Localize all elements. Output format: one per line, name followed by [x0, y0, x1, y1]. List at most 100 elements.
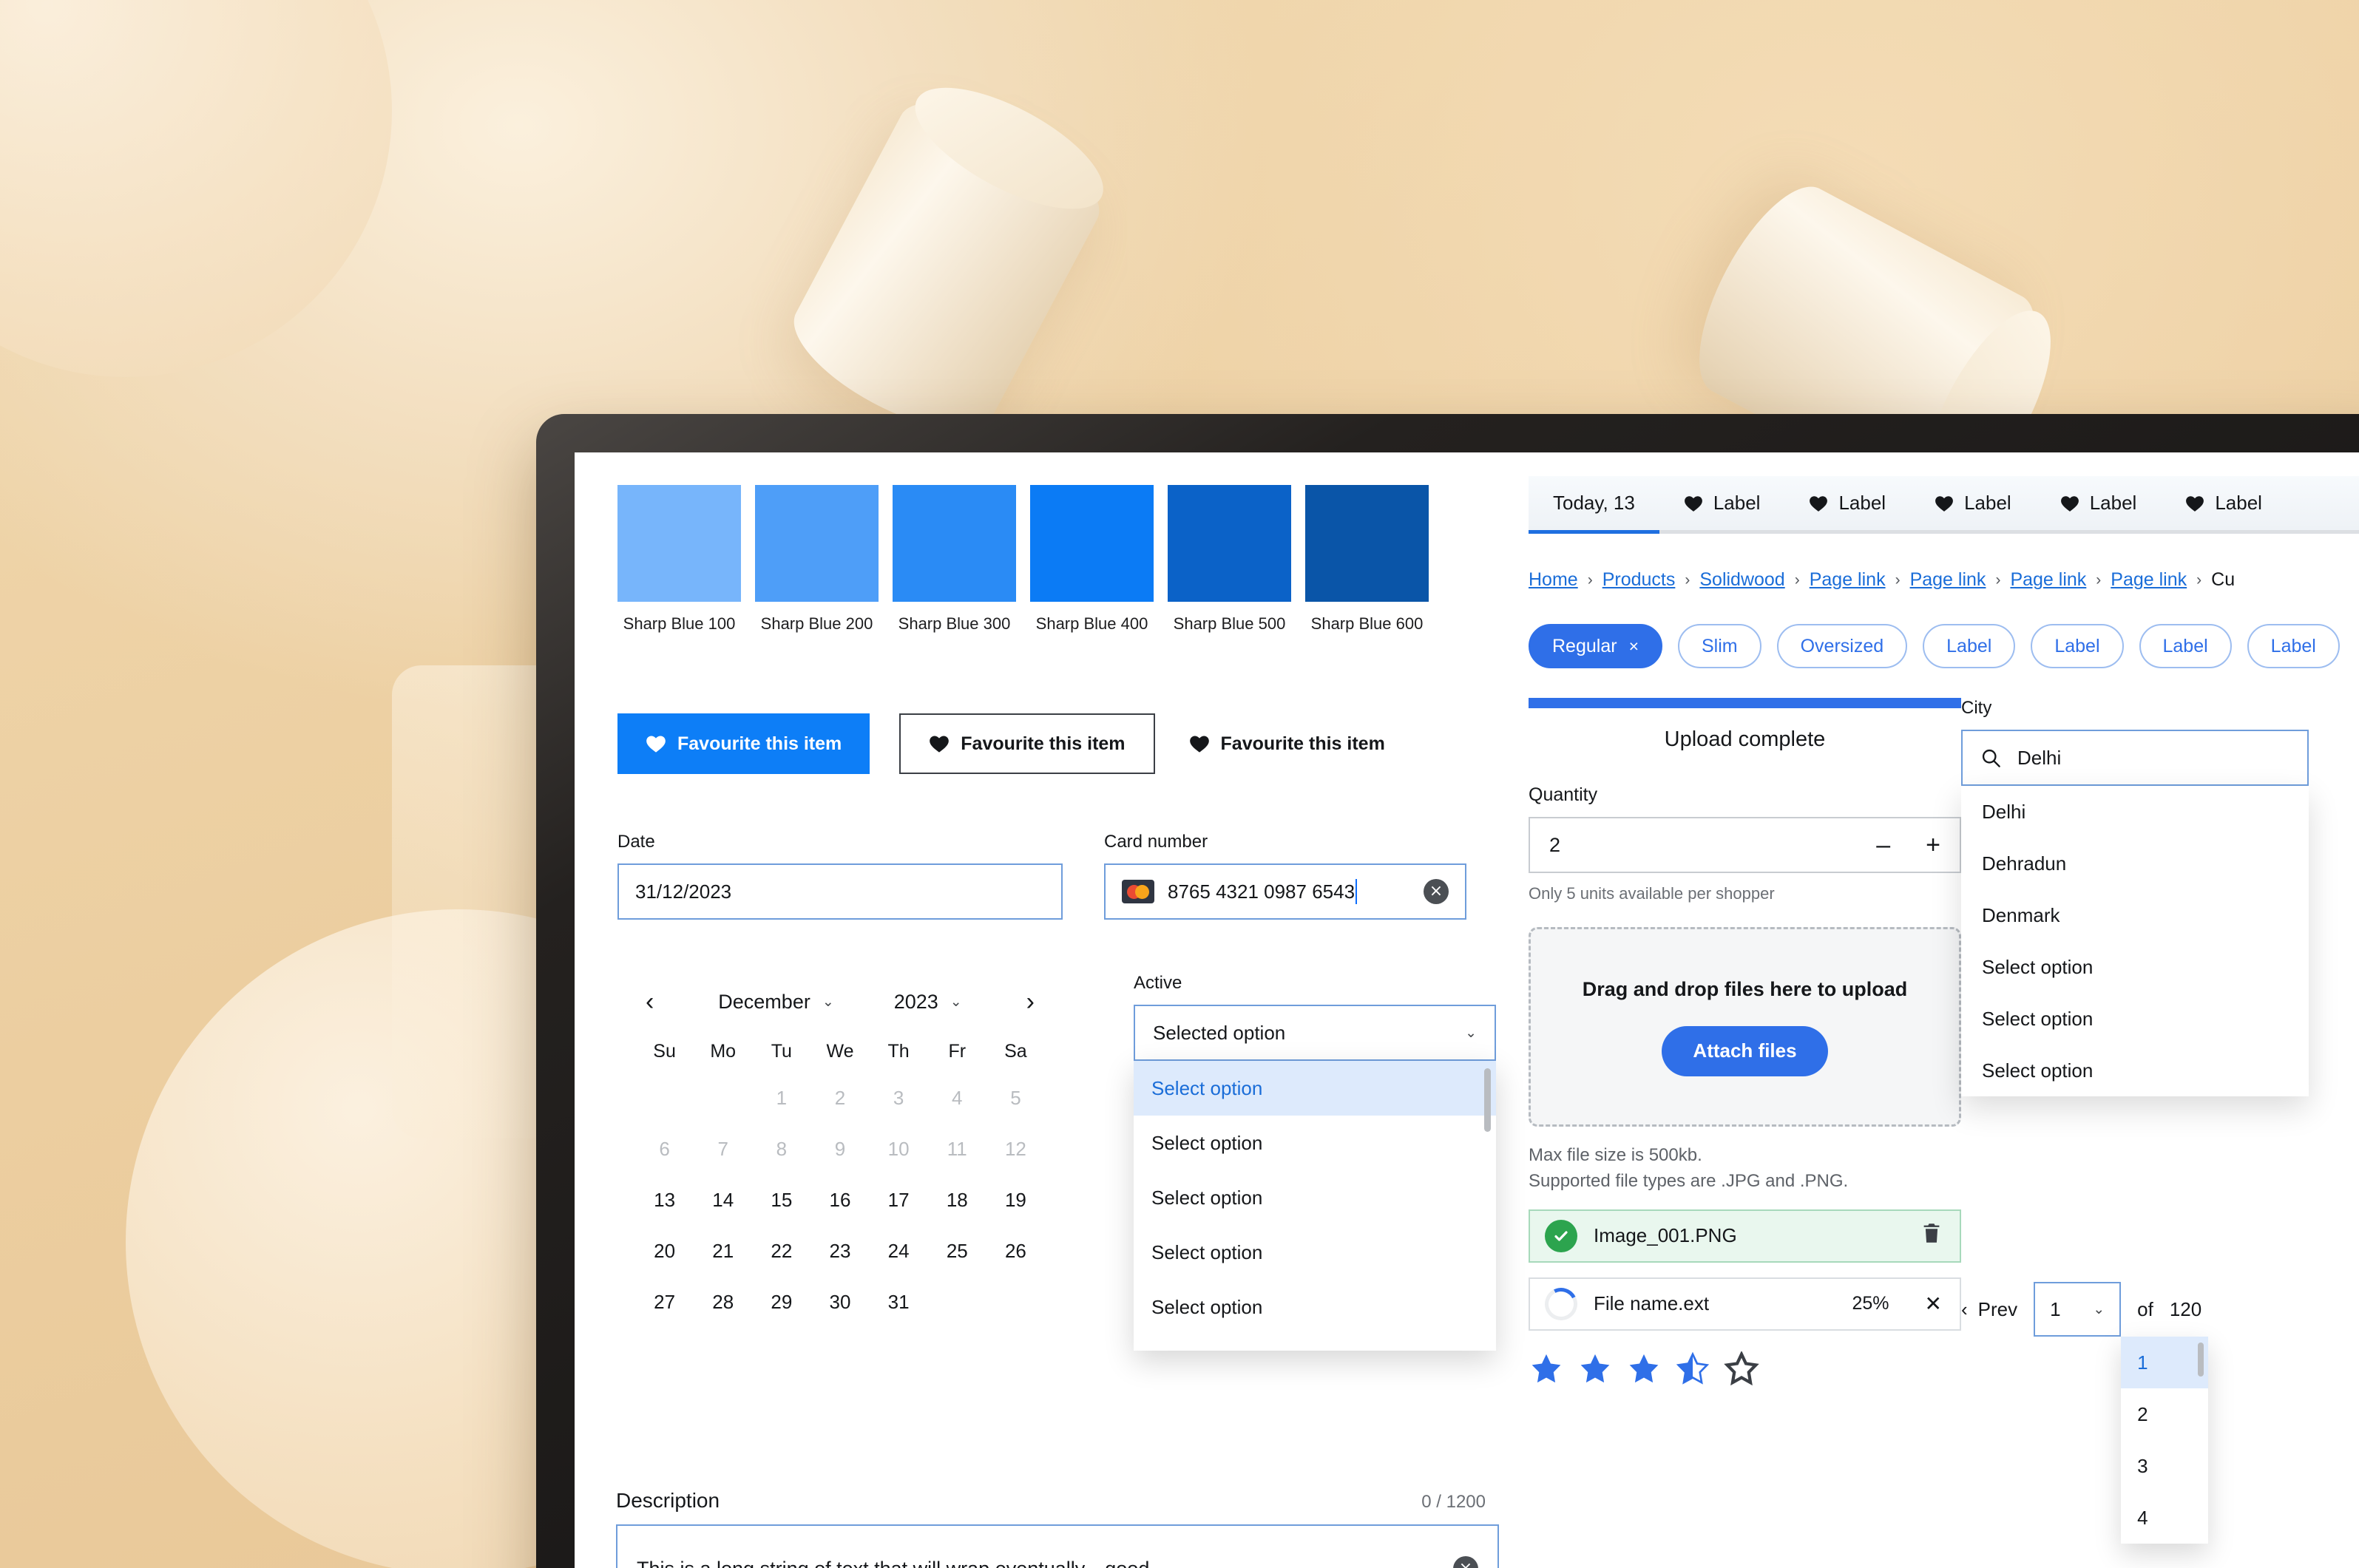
filter-chip[interactable]: Label — [1923, 624, 2016, 668]
tab-0[interactable]: Today, 13 — [1529, 476, 1659, 534]
calendar-day-cell[interactable]: 8 — [752, 1124, 810, 1175]
star-icon[interactable] — [1724, 1351, 1759, 1385]
page-option[interactable]: 3 — [2121, 1440, 2208, 1492]
calendar-day-cell[interactable]: 2 — [810, 1073, 869, 1124]
filter-chip[interactable]: Label — [2139, 624, 2232, 668]
calendar-day-cell[interactable]: 24 — [870, 1226, 928, 1277]
calendar-day-cell[interactable]: 13 — [635, 1175, 694, 1226]
favourite-ghost-button[interactable]: Favourite this item — [1185, 713, 1390, 774]
filter-chip[interactable]: Regular × — [1529, 624, 1662, 668]
trash-icon[interactable] — [1921, 1222, 1942, 1249]
attach-files-button[interactable]: Attach files — [1662, 1025, 1828, 1076]
calendar-day-cell[interactable]: 5 — [986, 1073, 1045, 1124]
star-icon[interactable] — [1529, 1351, 1564, 1385]
close-icon[interactable]: ✕ — [1925, 1292, 1942, 1316]
calendar-day-cell[interactable]: 31 — [870, 1277, 928, 1328]
calendar-day-cell[interactable]: 27 — [635, 1277, 694, 1328]
chip-dismiss-icon[interactable]: × — [1629, 637, 1639, 656]
city-suggestion[interactable]: Denmark — [1961, 889, 2309, 941]
breadcrumb-item[interactable]: Page link — [2111, 569, 2187, 591]
calendar-month-select[interactable]: December ⌄ — [718, 991, 833, 1014]
calendar-day-cell[interactable]: 29 — [752, 1277, 810, 1328]
calendar-day-cell[interactable]: 12 — [986, 1124, 1045, 1175]
calendar-prev-icon[interactable]: ‹ — [641, 989, 658, 1014]
heart-icon — [1189, 736, 1209, 753]
quantity-decrement-button[interactable]: – — [1876, 832, 1890, 858]
breadcrumb-item[interactable]: Home — [1529, 569, 1578, 591]
breadcrumb-item[interactable]: Solidwood — [1699, 569, 1784, 591]
calendar-day-cell[interactable]: 19 — [986, 1175, 1045, 1226]
calendar-day-cell[interactable]: 9 — [810, 1124, 869, 1175]
file-dropzone[interactable]: Drag and drop files here to upload Attac… — [1529, 927, 1961, 1127]
calendar-next-icon[interactable]: › — [1022, 989, 1039, 1014]
calendar-day-cell[interactable]: 21 — [694, 1226, 752, 1277]
page-option[interactable]: 4 — [2121, 1492, 2208, 1544]
favourite-primary-button[interactable]: Favourite this item — [617, 713, 870, 774]
calendar-day-cell[interactable]: 3 — [870, 1073, 928, 1124]
city-suggestion[interactable]: Select option — [1961, 941, 2309, 993]
calendar-day-cell[interactable]: 26 — [986, 1226, 1045, 1277]
select-option[interactable]: Select option — [1134, 1170, 1496, 1225]
calendar-day-cell[interactable]: 4 — [928, 1073, 986, 1124]
quantity-increment-button[interactable]: + — [1926, 832, 1940, 858]
tab-5[interactable]: Label — [2161, 476, 2287, 530]
city-suggestion[interactable]: Delhi — [1961, 786, 2309, 838]
calendar-day-cell[interactable]: 20 — [635, 1226, 694, 1277]
city-suggestion[interactable]: Select option — [1961, 1045, 2309, 1096]
city-search-input[interactable]: Delhi — [1961, 730, 2309, 786]
dropdown-scrollbar[interactable] — [1484, 1068, 1491, 1132]
dropdown-scrollbar[interactable] — [2198, 1343, 2204, 1377]
calendar-day-cell[interactable]: 15 — [752, 1175, 810, 1226]
page-option[interactable]: 1 — [2121, 1337, 2209, 1388]
page-option[interactable]: 2 — [2121, 1388, 2208, 1440]
calendar-day-cell[interactable]: 18 — [928, 1175, 986, 1226]
card-number-input[interactable]: 8765 4321 0987 6543 × — [1104, 863, 1466, 920]
breadcrumb-item[interactable]: Products — [1602, 569, 1676, 591]
clear-icon[interactable]: × — [1453, 1556, 1478, 1568]
select-option[interactable]: Select option — [1134, 1225, 1496, 1280]
active-select-trigger[interactable]: Selected option ⌄ — [1134, 1005, 1496, 1061]
star-icon[interactable] — [1577, 1351, 1613, 1385]
favourite-outline-button[interactable]: Favourite this item — [899, 713, 1155, 774]
calendar-day-cell[interactable]: 23 — [810, 1226, 869, 1277]
city-suggestion[interactable]: Dehradun — [1961, 838, 2309, 889]
calendar-day-cell[interactable]: 22 — [752, 1226, 810, 1277]
tab-2[interactable]: Label — [1784, 476, 1910, 530]
calendar-day-cell[interactable]: 30 — [810, 1277, 869, 1328]
calendar-year-select[interactable]: 2023 ⌄ — [894, 991, 962, 1014]
star-icon[interactable] — [1626, 1351, 1662, 1385]
select-option[interactable]: Select option — [1134, 1334, 1496, 1351]
filter-chip[interactable]: Oversized — [1776, 624, 1908, 668]
filter-chip[interactable]: Label — [2247, 624, 2340, 668]
breadcrumb-item[interactable]: Page link — [1810, 569, 1886, 591]
calendar-day-cell[interactable]: 28 — [694, 1277, 752, 1328]
date-input[interactable]: 31/12/2023 — [617, 863, 1063, 920]
page-select-trigger[interactable]: 1 ⌄ — [2034, 1282, 2122, 1337]
select-option[interactable]: Select option — [1134, 1116, 1496, 1170]
calendar-day-cell[interactable]: 10 — [870, 1124, 928, 1175]
star-icon[interactable] — [1675, 1351, 1710, 1385]
calendar-day-cell[interactable]: 16 — [810, 1175, 869, 1226]
filter-chip[interactable]: Label — [2031, 624, 2124, 668]
select-option[interactable]: Select option — [1134, 1061, 1496, 1116]
filter-chip[interactable]: Slim — [1678, 624, 1761, 668]
star-rating[interactable] — [1529, 1351, 1961, 1385]
clear-icon[interactable]: × — [1424, 879, 1449, 904]
calendar-day-cell[interactable]: 6 — [635, 1124, 694, 1175]
tab-4[interactable]: Label — [2036, 476, 2162, 530]
breadcrumb-item[interactable]: Page link — [2010, 569, 2086, 591]
calendar-day-cell[interactable]: 11 — [928, 1124, 986, 1175]
calendar-day-cell[interactable]: 7 — [694, 1124, 752, 1175]
quantity-stepper[interactable]: 2 – + — [1529, 817, 1961, 873]
pagination-prev-button[interactable]: ‹ Prev — [1961, 1298, 2017, 1321]
calendar-day-cell[interactable]: 25 — [928, 1226, 986, 1277]
calendar-day-cell[interactable]: 1 — [752, 1073, 810, 1124]
calendar-day-cell[interactable]: 14 — [694, 1175, 752, 1226]
breadcrumb-item[interactable]: Page link — [1910, 569, 1986, 591]
description-textarea[interactable]: This is a long string of text that will … — [616, 1524, 1499, 1568]
city-suggestion[interactable]: Select option — [1961, 993, 2309, 1045]
tab-3[interactable]: Label — [1910, 476, 2036, 530]
calendar-day-cell[interactable]: 17 — [870, 1175, 928, 1226]
tab-1[interactable]: Label — [1659, 476, 1785, 530]
select-option[interactable]: Select option — [1134, 1280, 1496, 1334]
